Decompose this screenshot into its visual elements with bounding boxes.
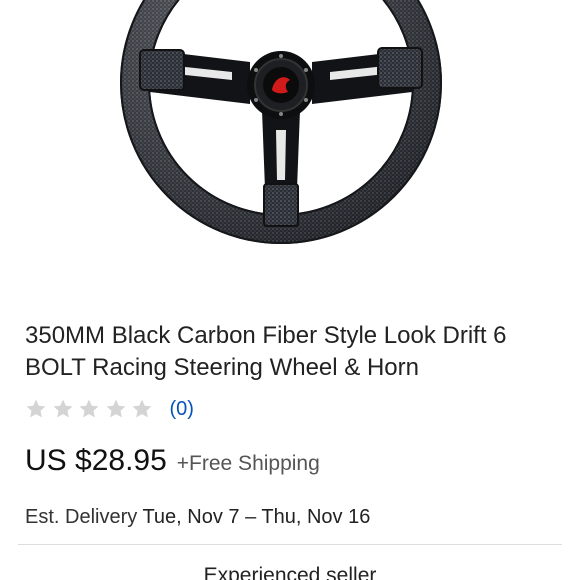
rating-row[interactable]: (0) (25, 394, 194, 424)
product-title: 350MM Black Carbon Fiber Style Look Drif… (25, 322, 507, 381)
delivery-dates: Tue, Nov 7 – Thu, Nov 16 (142, 506, 371, 528)
price-row: US $28.95 +Free Shipping (25, 444, 320, 478)
product-image[interactable] (0, 0, 580, 305)
divider (18, 544, 562, 545)
delivery-estimate: Est. Delivery Tue, Nov 7 – Thu, Nov 16 (25, 506, 370, 529)
star-icon (131, 398, 153, 420)
star-icon (25, 398, 47, 420)
seller-badge[interactable]: Experienced seller (0, 564, 580, 580)
steering-wheel-image (120, 0, 442, 244)
star-icon (78, 398, 100, 420)
product-page: 350MM Black Carbon Fiber Style Look Drif… (0, 0, 580, 580)
delivery-label: Est. Delivery (25, 506, 143, 528)
shipping-info: +Free Shipping (176, 452, 320, 475)
price: US $28.95 (25, 444, 167, 477)
star-icon (52, 398, 74, 420)
star-icon (105, 398, 127, 420)
review-count-link[interactable]: (0) (170, 398, 194, 421)
star-rating (25, 398, 158, 420)
